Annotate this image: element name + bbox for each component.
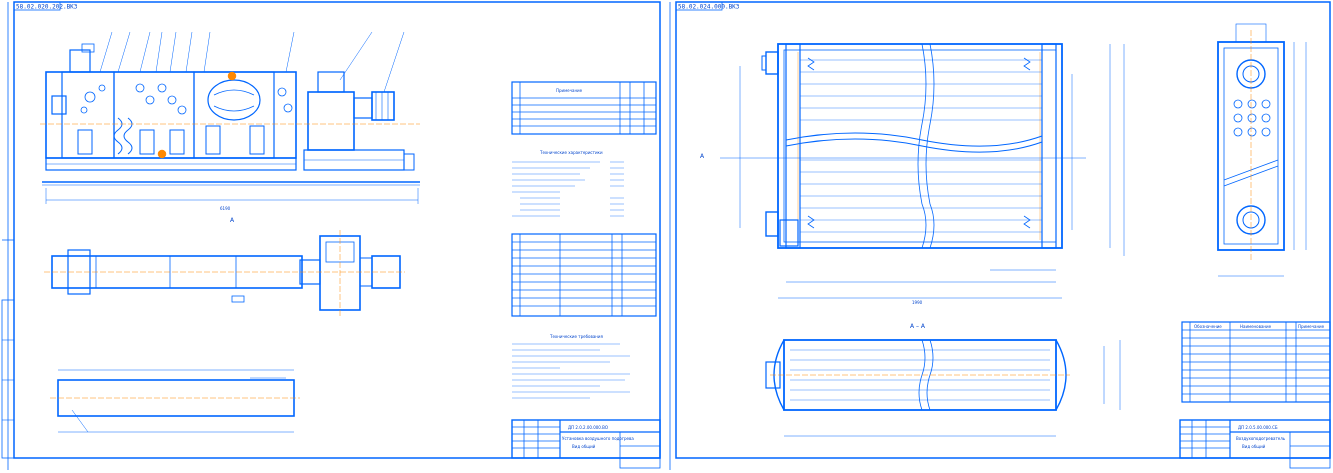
tech-characteristics-lines	[512, 161, 624, 217]
technical-requirements-lines	[512, 343, 630, 399]
title-block-sub-sheet2: Вид общий	[1242, 444, 1266, 449]
overall-length-dim: 6190	[220, 206, 231, 211]
section-mark-front: А	[230, 217, 235, 224]
spec-table-header: Примечание	[556, 88, 583, 93]
sheet-2-code-stamp: 58.02.024.000.ВКЗ	[678, 4, 740, 11]
spec-table-sheet2	[1181, 321, 1331, 403]
top-view-installation	[51, 235, 401, 311]
air-heater-front-view	[739, 43, 1125, 299]
sheet-1-frame	[13, 1, 661, 459]
tech-characteristics-header: Технические характеристики	[539, 150, 603, 155]
title-block-name-sheet2: Воздухоподогреватель	[1236, 436, 1286, 441]
sheet-1: 58.02.020.202.ВКЗ 6190 А Примечание Техн…	[1, 1, 661, 470]
air-heater-side-view	[1217, 23, 1307, 277]
spec-header-name: Наименование	[1240, 324, 1272, 329]
title-block-code-sheet2: ДП 2.0.5.00.000.СБ	[1238, 425, 1278, 430]
leader-lines-front	[99, 31, 405, 93]
engineering-drawing-canvas: 58.02.020.202.ВКЗ 6190 А Примечание Техн…	[1, 1, 1331, 470]
bom-table-sheet1	[511, 233, 657, 317]
section-a-a-view	[765, 339, 1121, 437]
foundation-view	[50, 369, 300, 433]
spec-header-note: Примечание	[1298, 324, 1325, 329]
section-mark-a: А	[700, 153, 705, 160]
title-block-name-sheet1: Установка воздушного подогрева	[562, 436, 634, 441]
overall-width-dim: 1990	[912, 300, 923, 305]
title-block-code-sheet1: ДП 2.0.2.00.000.ВО	[568, 425, 608, 430]
sheet-2: 58.02.024.000.ВКЗ А 1990 А – А Обозначен…	[669, 1, 1331, 470]
section-a-a-title: А – А	[910, 323, 926, 330]
sheet-2-frame	[675, 1, 1331, 459]
spec-header-designation: Обозначение	[1194, 324, 1222, 329]
sheet-1-code-stamp: 58.02.020.202.ВКЗ	[16, 4, 78, 11]
spec-table-sheet1	[511, 81, 657, 135]
technical-requirements-header: Технические требования	[549, 334, 604, 339]
title-block-sub-sheet1: Вид общий	[572, 444, 596, 449]
